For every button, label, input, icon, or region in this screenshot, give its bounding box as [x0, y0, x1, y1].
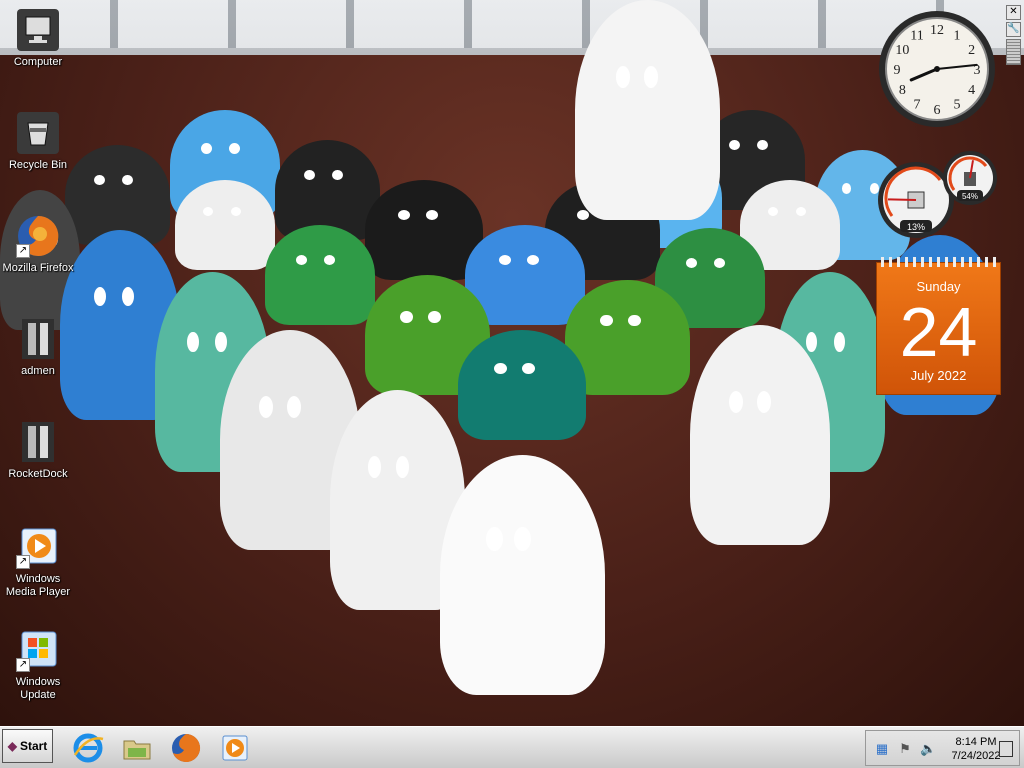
windows-update-icon: ↗: [16, 628, 60, 672]
desktop[interactable]: Computer Recycle Bin ↗ Mozilla Firefox a…: [0, 0, 1024, 726]
desktop-icon-label: Recycle Bin: [8, 159, 68, 171]
media-player-icon: ↗: [16, 525, 60, 569]
clock-numeral: 12: [930, 23, 944, 38]
desktop-icon-rocketdock[interactable]: RocketDock: [0, 420, 76, 481]
notification-area: ▦ ⚑ 🔈 8:14 PM 7/24/2022: [865, 730, 1020, 766]
desktop-icon-firefox[interactable]: ↗ Mozilla Firefox: [0, 214, 76, 275]
start-label: Start: [19, 739, 48, 753]
cpu-value: 13%: [907, 222, 925, 232]
clock-numeral: 4: [968, 83, 975, 98]
clock-numeral: 1: [954, 28, 961, 43]
desktop-icon-label: admen: [21, 365, 55, 377]
desktop-icon-windows-media-player[interactable]: ↗ Windows Media Player: [0, 525, 76, 599]
computer-icon: [16, 8, 60, 52]
show-desktop-button[interactable]: [999, 741, 1013, 757]
calendar-month-year: July 2022: [910, 368, 967, 383]
desktop-icon-label: RocketDock: [8, 468, 68, 480]
calendar-rings: [881, 257, 996, 267]
calendar-day-name: Sunday: [916, 279, 961, 294]
clock-numeral: 10: [895, 43, 909, 58]
gadget-close-button[interactable]: ✕: [1006, 5, 1021, 20]
firefox-icon: ↗: [16, 214, 60, 258]
clock-numeral: 5: [954, 98, 961, 113]
start-button[interactable]: ◆ Start: [2, 729, 53, 763]
taskbar: ◆ Start ▦ ⚑ 🔈 8:14 PM 7/24/2022: [0, 726, 1024, 768]
desktop-icon-admen[interactable]: admen: [0, 317, 76, 378]
windows-flag-icon: ◆: [7, 739, 17, 753]
clock-numeral: 7: [914, 98, 921, 113]
desktop-icon-label: Windows Update: [15, 676, 61, 701]
cpu-meter-gadget[interactable]: 13% 54%: [874, 150, 1000, 240]
desktop-icon-recycle-bin[interactable]: Recycle Bin: [0, 111, 76, 172]
clock-numeral: 8: [899, 83, 906, 98]
taskbar-firefox[interactable]: [169, 731, 203, 765]
clock-gadget[interactable]: 12 1 2 3 4 5 6 7 8 9 10 11: [877, 9, 997, 129]
dock-icon: [16, 420, 60, 464]
gadget-toolbar: ✕ 🔧: [1006, 5, 1021, 65]
action-center-icon[interactable]: ⚑: [897, 741, 913, 757]
gadget-drag-handle[interactable]: [1006, 39, 1021, 65]
calendar-gadget[interactable]: Sunday 24 July 2022: [876, 257, 1001, 395]
desktop-icon-label: Computer: [13, 56, 63, 68]
media-player-icon: [222, 735, 248, 761]
dock-icon: [16, 317, 60, 361]
tray-time: 8:14 PM: [955, 736, 997, 748]
tray-date: 7/24/2022: [951, 750, 1001, 762]
tray-clock[interactable]: 8:14 PM 7/24/2022: [946, 735, 1006, 763]
gadget-options-button[interactable]: 🔧: [1006, 22, 1021, 37]
clock-numeral: 9: [894, 63, 901, 78]
internet-explorer-icon: [73, 733, 104, 763]
taskbar-media-player[interactable]: [218, 731, 252, 765]
memory-value: 54%: [962, 192, 978, 201]
recycle-bin-icon: [16, 111, 60, 155]
firefox-icon: [172, 733, 201, 762]
desktop-icon-label: Mozilla Firefox: [2, 262, 74, 274]
taskbar-file-explorer[interactable]: [120, 731, 154, 765]
clock-numeral: 2: [968, 43, 975, 58]
desktop-icon-windows-update[interactable]: ↗ Windows Update: [0, 628, 76, 702]
taskbar-internet-explorer[interactable]: [71, 731, 105, 765]
volume-muted-icon[interactable]: 🔈: [920, 741, 936, 757]
file-explorer-icon: [123, 740, 151, 760]
wallpaper-window: [0, 0, 1024, 55]
calendar-day-number: 24: [899, 293, 978, 371]
network-icon[interactable]: ▦: [874, 741, 890, 757]
desktop-icon-label: Windows Media Player: [5, 573, 71, 598]
clock-numeral: 6: [934, 103, 941, 118]
clock-numeral: 11: [910, 28, 923, 43]
cpu-needle: [887, 198, 917, 201]
desktop-icon-computer[interactable]: Computer: [0, 8, 76, 69]
